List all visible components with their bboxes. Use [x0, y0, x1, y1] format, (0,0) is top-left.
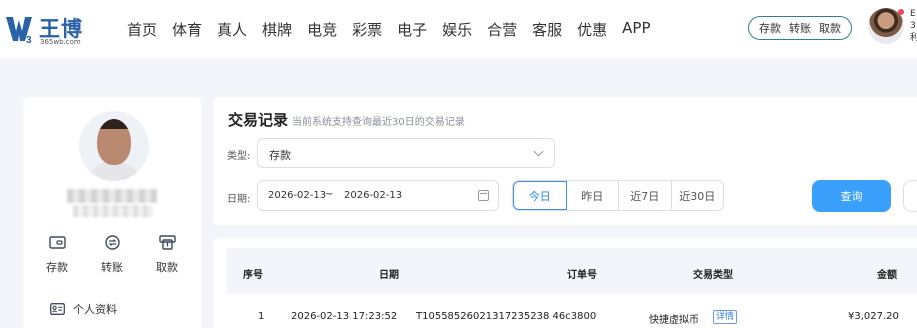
secondary-button[interactable] — [903, 180, 917, 212]
logo-mark-icon: 3 — [6, 17, 32, 44]
account-sidebar: 存款 转账 取款 个人资料 — [23, 97, 201, 328]
transaction-filter-panel: 交易记录 当前系统支持查询最近30日的交易记录 类型: 存款 日期: 2026-… — [213, 97, 917, 225]
id-card-icon — [50, 303, 65, 315]
transfer-icon — [104, 235, 120, 250]
logo-domain: 365wb.com — [40, 38, 81, 46]
nav-sports[interactable]: 体育 — [172, 19, 202, 40]
column-order-no: 订单号 — [567, 270, 597, 281]
row-type: 快捷虚拟币 — [649, 315, 699, 326]
profile-label: 个人资料 — [73, 303, 117, 316]
withdraw-icon — [158, 235, 176, 250]
quick-actions: 存款 转账 取款 — [748, 16, 852, 40]
masked-username — [67, 189, 157, 203]
nav-home[interactable]: 首页 — [127, 19, 157, 40]
row-order-no: T10558526021317235238 46c3800 — [416, 311, 597, 322]
range-30days-button[interactable]: 近30日 — [672, 181, 724, 210]
main-nav: 首页 体育 真人 棋牌 电竞 彩票 电子 娱乐 合营 客服 优惠 APP — [127, 19, 666, 40]
row-date: 2026-02-13 17:23:52 — [291, 311, 398, 322]
nav-promotions[interactable]: 优惠 — [577, 19, 607, 40]
nav-chess[interactable]: 棋牌 — [262, 19, 292, 40]
sidebar-withdraw-button[interactable]: 取款 — [147, 235, 187, 275]
header-deposit-link[interactable]: 存款 — [759, 20, 781, 36]
nav-lottery[interactable]: 彩票 — [352, 19, 382, 40]
header-transfer-link[interactable]: 转账 — [789, 20, 811, 36]
nav-support[interactable]: 客服 — [532, 19, 562, 40]
nav-esports[interactable]: 电竞 — [307, 19, 337, 40]
card-icon — [48, 236, 66, 249]
header-withdraw-link[interactable]: 取款 — [819, 20, 841, 36]
notification-dot — [898, 9, 904, 15]
range-7days-button[interactable]: 近7日 — [619, 181, 672, 210]
column-type: 交易类型 — [693, 270, 733, 281]
range-segment: 今日 昨日 近7日 近30日 — [512, 180, 724, 211]
range-today-button[interactable]: 今日 — [513, 181, 567, 210]
column-index: 序号 — [243, 270, 263, 281]
top-header: 3 王博 365wb.com 首页 体育 真人 棋牌 电竞 彩票 电子 娱乐 合… — [0, 0, 917, 58]
nav-entertainment[interactable]: 娱乐 — [442, 19, 472, 40]
date-range-picker[interactable]: 2026-02-13 ~ 2026-02-13 — [257, 180, 499, 211]
user-info[interactable]: E 3 利 — [910, 8, 917, 44]
column-amount: 金额 — [877, 270, 897, 281]
masked-user-detail — [73, 205, 153, 217]
date-separator: ~ — [325, 189, 334, 200]
date-start: 2026-02-13 — [268, 190, 327, 201]
column-date: 日期 — [379, 270, 399, 281]
site-logo[interactable]: 3 王博 365wb.com — [4, 10, 124, 50]
svg-text:3: 3 — [26, 35, 32, 44]
row-amount: ¥3,027.20 — [848, 311, 899, 322]
type-select[interactable]: 存款 — [257, 138, 555, 168]
calendar-icon — [478, 190, 489, 201]
chevron-down-icon — [533, 146, 544, 157]
type-label: 类型: — [227, 151, 251, 162]
row-index: 1 — [258, 311, 265, 322]
nav-app[interactable]: APP — [622, 19, 650, 40]
sidebar-deposit-button[interactable]: 存款 — [37, 235, 77, 275]
page-title: 交易记录 — [228, 111, 289, 129]
date-label: 日期: — [227, 194, 251, 205]
profile-avatar — [79, 111, 149, 181]
sidebar-transfer-button[interactable]: 转账 — [92, 235, 132, 275]
query-button[interactable]: 查询 — [812, 180, 891, 212]
date-end: 2026-02-13 — [344, 190, 403, 201]
nav-slots[interactable]: 电子 — [397, 19, 427, 40]
range-yesterday-button[interactable]: 昨日 — [567, 181, 619, 210]
page-subtitle: 当前系统支持查询最近30日的交易记录 — [292, 117, 465, 128]
sidebar-item-profile[interactable]: 个人资料 — [50, 301, 117, 317]
type-select-value: 存款 — [269, 149, 291, 162]
transaction-table: 序号 日期 订单号 交易类型 金额 1 2026-02-13 17:23:52 … — [213, 238, 917, 328]
row-detail-link[interactable]: 详情 — [713, 310, 738, 324]
nav-live[interactable]: 真人 — [217, 19, 247, 40]
nav-partner[interactable]: 合营 — [487, 19, 517, 40]
